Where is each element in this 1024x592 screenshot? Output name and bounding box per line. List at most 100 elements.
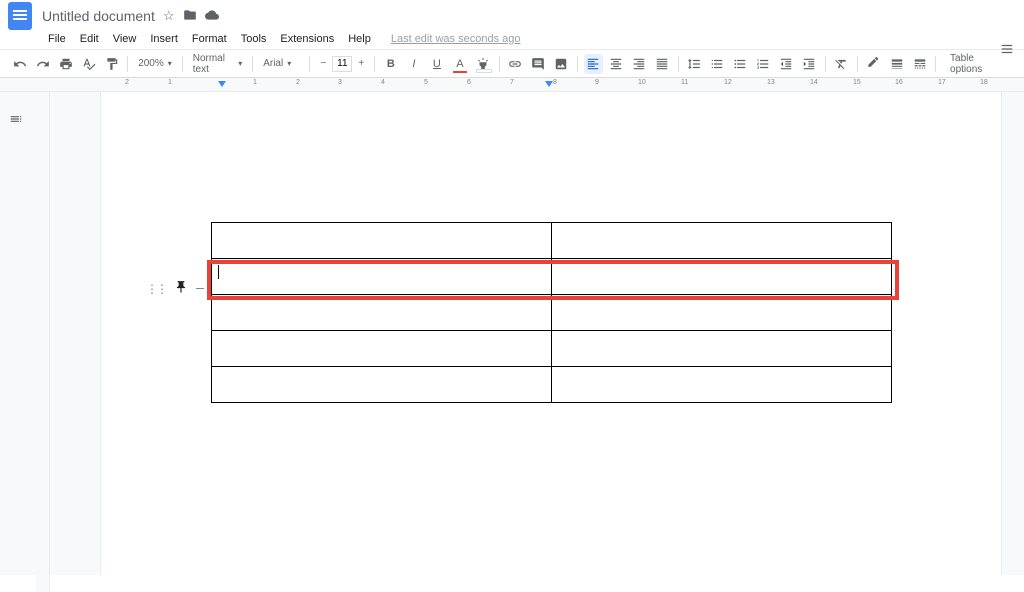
bullet-list-button[interactable] [731, 54, 750, 74]
title-bar: Untitled document ☆ [0, 0, 1024, 28]
print-button[interactable] [56, 54, 75, 74]
fontsize-input[interactable] [332, 56, 352, 72]
align-justify-button[interactable] [653, 54, 672, 74]
ruler-number: 17 [938, 79, 946, 86]
star-icon[interactable]: ☆ [163, 8, 175, 24]
drag-handle-icon[interactable]: ⋮⋮ [146, 282, 166, 296]
fontsize-control: − + [316, 56, 368, 72]
table-cell[interactable] [552, 223, 892, 259]
table-row [212, 223, 892, 259]
table-row [212, 259, 892, 295]
insert-comment-button[interactable] [529, 54, 548, 74]
ruler-number: 16 [895, 79, 903, 86]
menu-insert[interactable]: Insert [144, 31, 184, 47]
ruler-number: 12 [724, 79, 732, 86]
table-cell[interactable] [212, 331, 552, 367]
underline-button[interactable]: U [427, 54, 446, 74]
border-style-button[interactable] [910, 54, 929, 74]
zoom-select[interactable]: 200% [134, 54, 176, 74]
text-color-button[interactable]: A [450, 54, 469, 74]
document-table[interactable] [211, 222, 892, 403]
ruler-number: 2 [125, 79, 129, 86]
cloud-status-icon[interactable] [205, 8, 219, 25]
page-container: ⋮⋮ ─ [36, 92, 1024, 575]
menu-extensions[interactable]: Extensions [274, 31, 340, 47]
checklist-button[interactable] [708, 54, 727, 74]
border-width-button[interactable] [887, 54, 906, 74]
ruler-number: 18 [980, 79, 988, 86]
table-row [212, 367, 892, 403]
ruler-number: 11 [681, 79, 688, 86]
indent-increase-button[interactable] [800, 54, 819, 74]
fontsize-increase[interactable]: + [354, 57, 368, 71]
docs-logo-icon[interactable] [8, 2, 32, 30]
side-panel-toggle[interactable] [1000, 42, 1014, 61]
move-icon[interactable] [183, 8, 197, 25]
table-cell[interactable] [212, 295, 552, 331]
table-cell[interactable] [552, 295, 892, 331]
italic-button[interactable]: I [404, 54, 423, 74]
outline-toggle-icon[interactable] [9, 112, 27, 130]
toolbar: 200% Normal text Arial − + B I U A Table… [0, 50, 1024, 78]
indent-decrease-button[interactable] [777, 54, 796, 74]
menu-format[interactable]: Format [186, 31, 233, 47]
vertical-ruler[interactable] [36, 92, 50, 592]
align-left-button[interactable] [584, 54, 603, 74]
left-indent-marker[interactable] [218, 81, 226, 87]
table-cell[interactable] [552, 367, 892, 403]
ruler-number: 1 [253, 79, 257, 86]
table-row [212, 331, 892, 367]
paragraph-style-select[interactable]: Normal text [189, 54, 247, 74]
ruler-number: 3 [338, 79, 342, 86]
menu-tools[interactable]: Tools [235, 31, 273, 47]
border-color-button[interactable] [864, 54, 883, 74]
numbered-list-button[interactable] [754, 54, 773, 74]
table-cell[interactable] [212, 223, 552, 259]
ruler-number: 1 [168, 79, 172, 86]
spellcheck-button[interactable] [79, 54, 98, 74]
document-title[interactable]: Untitled document [42, 8, 155, 24]
document-page[interactable]: ⋮⋮ ─ [101, 92, 1001, 575]
align-center-button[interactable] [607, 54, 626, 74]
highlight-button[interactable] [473, 54, 492, 74]
save-status[interactable]: Last edit was seconds ago [391, 33, 521, 45]
ruler-number: 10 [638, 79, 646, 86]
align-right-button[interactable] [630, 54, 649, 74]
menu-edit[interactable]: Edit [74, 31, 105, 47]
ruler-number: 13 [767, 79, 775, 86]
ruler-number: 7 [510, 79, 514, 86]
insert-link-button[interactable] [505, 54, 524, 74]
ruler-number: 15 [853, 79, 861, 86]
menu-help[interactable]: Help [342, 31, 377, 47]
ruler-number: 4 [381, 79, 385, 86]
clear-formatting-button[interactable] [832, 54, 851, 74]
bold-button[interactable]: B [381, 54, 400, 74]
outline-panel [0, 92, 36, 575]
workspace: ⋮⋮ ─ [0, 92, 1024, 575]
menu-bar: File Edit View Insert Format Tools Exten… [0, 28, 1024, 50]
ruler-number: 5 [424, 79, 428, 86]
table-cell[interactable] [212, 367, 552, 403]
horizontal-ruler[interactable]: 21123456789101112131415161718 [0, 78, 1024, 92]
row-handles: ⋮⋮ ─ [146, 280, 204, 297]
paint-format-button[interactable] [102, 54, 121, 74]
menu-view[interactable]: View [107, 31, 143, 47]
line-spacing-button[interactable] [685, 54, 704, 74]
ruler-number: 2 [296, 79, 300, 86]
insert-image-button[interactable] [552, 54, 571, 74]
ruler-number: 14 [810, 79, 818, 86]
right-indent-marker[interactable] [545, 81, 553, 87]
font-select[interactable]: Arial [259, 54, 303, 74]
redo-button[interactable] [33, 54, 52, 74]
ruler-number: 9 [595, 79, 599, 86]
table-cell[interactable] [212, 259, 552, 295]
menu-file[interactable]: File [42, 31, 72, 47]
table-row [212, 295, 892, 331]
ruler-number: 8 [553, 79, 557, 86]
undo-button[interactable] [10, 54, 29, 74]
add-row-hint-icon[interactable]: ─ [196, 283, 204, 295]
table-cell[interactable] [552, 331, 892, 367]
table-cell[interactable] [552, 259, 892, 295]
fontsize-decrease[interactable]: − [316, 57, 330, 71]
pin-row-icon[interactable] [174, 280, 188, 297]
